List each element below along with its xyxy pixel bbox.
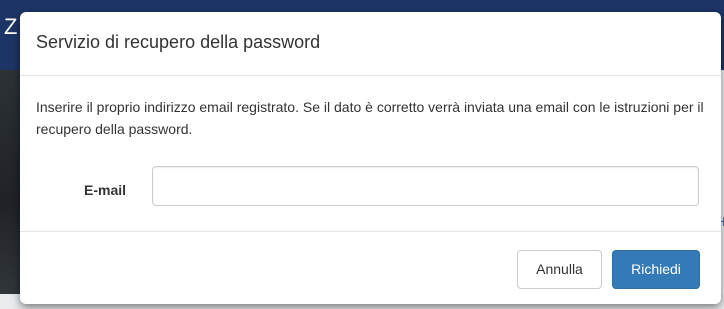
password-recovery-dialog: Servizio di recupero della password Inse… [20,12,721,304]
email-field[interactable] [152,166,699,206]
cancel-button[interactable]: Annulla [517,250,602,289]
dialog-header: Servizio di recupero della password [20,12,721,76]
email-label: E-mail [84,182,127,198]
dialog-footer: Annulla Richiedi [20,231,721,304]
dialog-body: Inserire il proprio indirizzo email regi… [20,76,721,231]
background-header-text: Z [4,14,18,39]
dialog-title: Servizio di recupero della password [36,32,321,52]
request-button[interactable]: Richiedi [612,250,700,289]
instructions-text: Inserire il proprio indirizzo email regi… [36,99,704,137]
